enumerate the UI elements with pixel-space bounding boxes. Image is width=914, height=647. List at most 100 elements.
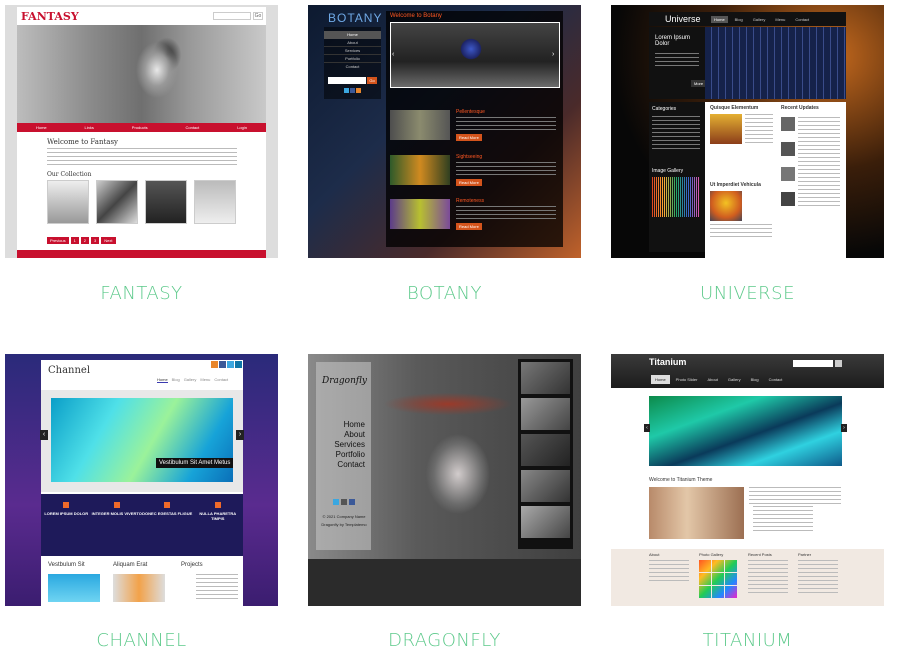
theme-thumbnail-fantasy[interactable]: FANTASY Go Home Links Products Contact L… [5, 5, 278, 258]
theme-caption[interactable]: UNIVERSE [611, 283, 884, 304]
dragonfly-menu-item[interactable]: Portfolio [334, 450, 365, 460]
theme-caption[interactable]: TITANIUM [611, 630, 884, 647]
social-icons [333, 499, 355, 505]
twitter-icon[interactable] [344, 88, 349, 93]
titanium-nav-item[interactable]: Blog [747, 375, 763, 384]
theme-thumbnail-botany[interactable]: BOTANY Home About Services Portfolio Con… [308, 5, 581, 258]
twitter-icon[interactable] [227, 361, 234, 368]
rss-icon[interactable] [356, 88, 361, 93]
facebook-icon[interactable] [219, 361, 226, 368]
titanium-nav-item[interactable]: Contact [765, 375, 787, 384]
botany-menu-item[interactable]: Home [324, 31, 381, 39]
theme-thumbnail-dragonfly[interactable]: Dragonfly Home About Services Portfolio … [308, 354, 581, 606]
theme-thumbnail-channel[interactable]: Channel Home Blog Gallery Menu Contact V [5, 354, 278, 606]
search-icon[interactable] [835, 360, 842, 367]
dragonfly-menu-item[interactable]: About [334, 430, 365, 440]
fantasy-search-button[interactable]: Go [253, 12, 263, 20]
universe-gallery-grid[interactable] [652, 177, 700, 217]
botany-more-button[interactable]: Read More [456, 179, 482, 186]
theme-thumbnail-universe[interactable]: Universe Home Blog Gallery Menu Contact … [611, 5, 884, 258]
universe-recent-thumb[interactable] [781, 192, 795, 206]
theme-card-botany[interactable]: BOTANY Home About Services Portfolio Con… [308, 5, 581, 304]
botany-menu-item[interactable]: Portfolio [324, 55, 381, 63]
titanium-gallery-grid[interactable] [699, 560, 737, 598]
dragonfly-thumb[interactable] [521, 434, 570, 466]
fantasy-page-link[interactable]: Next [101, 237, 116, 244]
dragonfly-thumb[interactable] [521, 362, 570, 394]
fantasy-page-link[interactable]: Previous [47, 237, 69, 244]
channel-nav-item[interactable]: Menu [200, 377, 210, 383]
channel-nav-item[interactable]: Home [157, 377, 168, 383]
universe-nav-item[interactable]: Menu [772, 16, 788, 23]
feature-icon [214, 502, 221, 508]
fantasy-nav-item[interactable]: Links [85, 125, 94, 130]
fantasy-page-link[interactable]: 3 [91, 237, 100, 244]
titanium-slider-next-icon[interactable]: › [841, 424, 847, 432]
channel-nav-item[interactable]: Contact [214, 377, 228, 383]
botany-more-button[interactable]: Read More [456, 134, 482, 141]
botany-more-button[interactable]: Read More [456, 223, 482, 230]
dragonfly-thumb[interactable] [521, 398, 570, 430]
titanium-nav-item[interactable]: Photo Slider [672, 375, 702, 384]
channel-slider-next-icon[interactable]: › [236, 430, 244, 440]
universe-recent-thumb[interactable] [781, 142, 795, 156]
titanium-footer-text [649, 560, 689, 582]
dragonfly-menu-item[interactable]: Home [334, 420, 365, 430]
titanium-slider-prev-icon[interactable]: ‹ [644, 424, 650, 432]
universe-nav-item[interactable]: Home [711, 16, 728, 23]
fantasy-page-link[interactable]: 2 [80, 237, 90, 244]
titanium-nav-item[interactable]: Gallery [724, 375, 745, 384]
titanium-nav-item[interactable]: Home [651, 375, 670, 384]
rss-icon[interactable] [211, 361, 218, 368]
linkedin-icon[interactable] [235, 361, 242, 368]
theme-caption[interactable]: DRAGONFLY [308, 630, 581, 647]
fantasy-nav-item[interactable]: Contact [185, 125, 199, 130]
universe-more-button[interactable]: More [691, 80, 707, 87]
twitter-icon[interactable] [333, 499, 339, 505]
universe-nav-item[interactable]: Gallery [750, 16, 769, 23]
fantasy-page-link[interactable]: 1 [70, 237, 79, 244]
universe-recent-thumb[interactable] [781, 117, 795, 131]
channel-nav-item[interactable]: Blog [172, 377, 180, 383]
botany-menu-item[interactable]: Contact [324, 63, 381, 71]
fantasy-nav-item[interactable]: Products [132, 125, 148, 130]
theme-thumbnail-titanium[interactable]: Titanium Home Photo Slider About Gallery… [611, 354, 884, 606]
fantasy-collection-image[interactable] [96, 180, 138, 224]
fantasy-collection-image[interactable] [145, 180, 187, 224]
facebook-icon[interactable] [349, 499, 355, 505]
theme-card-dragonfly[interactable]: Dragonfly Home About Services Portfolio … [308, 354, 581, 647]
botany-slider-next-icon[interactable]: › [552, 51, 554, 58]
titanium-nav-item[interactable]: About [703, 375, 721, 384]
dragonfly-thumb[interactable] [521, 506, 570, 538]
botany-sidebar: Home About Services Portfolio Contact Go [324, 27, 381, 99]
botany-slider-prev-icon[interactable]: ‹ [392, 51, 394, 58]
theme-card-fantasy[interactable]: FANTASY Go Home Links Products Contact L… [5, 5, 278, 304]
theme-caption[interactable]: CHANNEL [5, 630, 278, 647]
channel-nav-item[interactable]: Gallery [184, 377, 197, 383]
theme-caption[interactable]: BOTANY [308, 283, 581, 304]
theme-card-channel[interactable]: Channel Home Blog Gallery Menu Contact V [5, 354, 278, 647]
fantasy-collection-image[interactable] [194, 180, 236, 224]
botany-menu-item[interactable]: Services [324, 47, 381, 55]
botany-search-button[interactable]: Go [367, 77, 377, 84]
fantasy-search-input[interactable] [213, 12, 251, 20]
dragonfly-menu-item[interactable]: Contact [334, 460, 365, 470]
fantasy-collection-image[interactable] [47, 180, 89, 224]
fantasy-nav-item[interactable]: Home [36, 125, 47, 130]
theme-card-universe[interactable]: Universe Home Blog Gallery Menu Contact … [611, 5, 884, 304]
channel-slider-prev-icon[interactable]: ‹ [40, 430, 48, 440]
dragonfly-menu-item[interactable]: Services [334, 440, 365, 450]
flickr-icon[interactable] [341, 499, 347, 505]
fantasy-nav-item[interactable]: Login [237, 125, 247, 130]
universe-nav-item[interactable]: Blog [732, 16, 746, 23]
dragonfly-thumb[interactable] [521, 470, 570, 502]
titanium-search-input[interactable] [793, 360, 833, 367]
universe-recent-thumb[interactable] [781, 167, 795, 181]
facebook-icon[interactable] [350, 88, 355, 93]
botany-menu-item[interactable]: About [324, 39, 381, 47]
botany-search-input[interactable] [328, 77, 366, 84]
universe-category-list[interactable] [652, 116, 700, 152]
theme-card-titanium[interactable]: Titanium Home Photo Slider About Gallery… [611, 354, 884, 647]
theme-caption[interactable]: FANTASY [5, 283, 278, 304]
universe-nav-item[interactable]: Contact [792, 16, 812, 23]
